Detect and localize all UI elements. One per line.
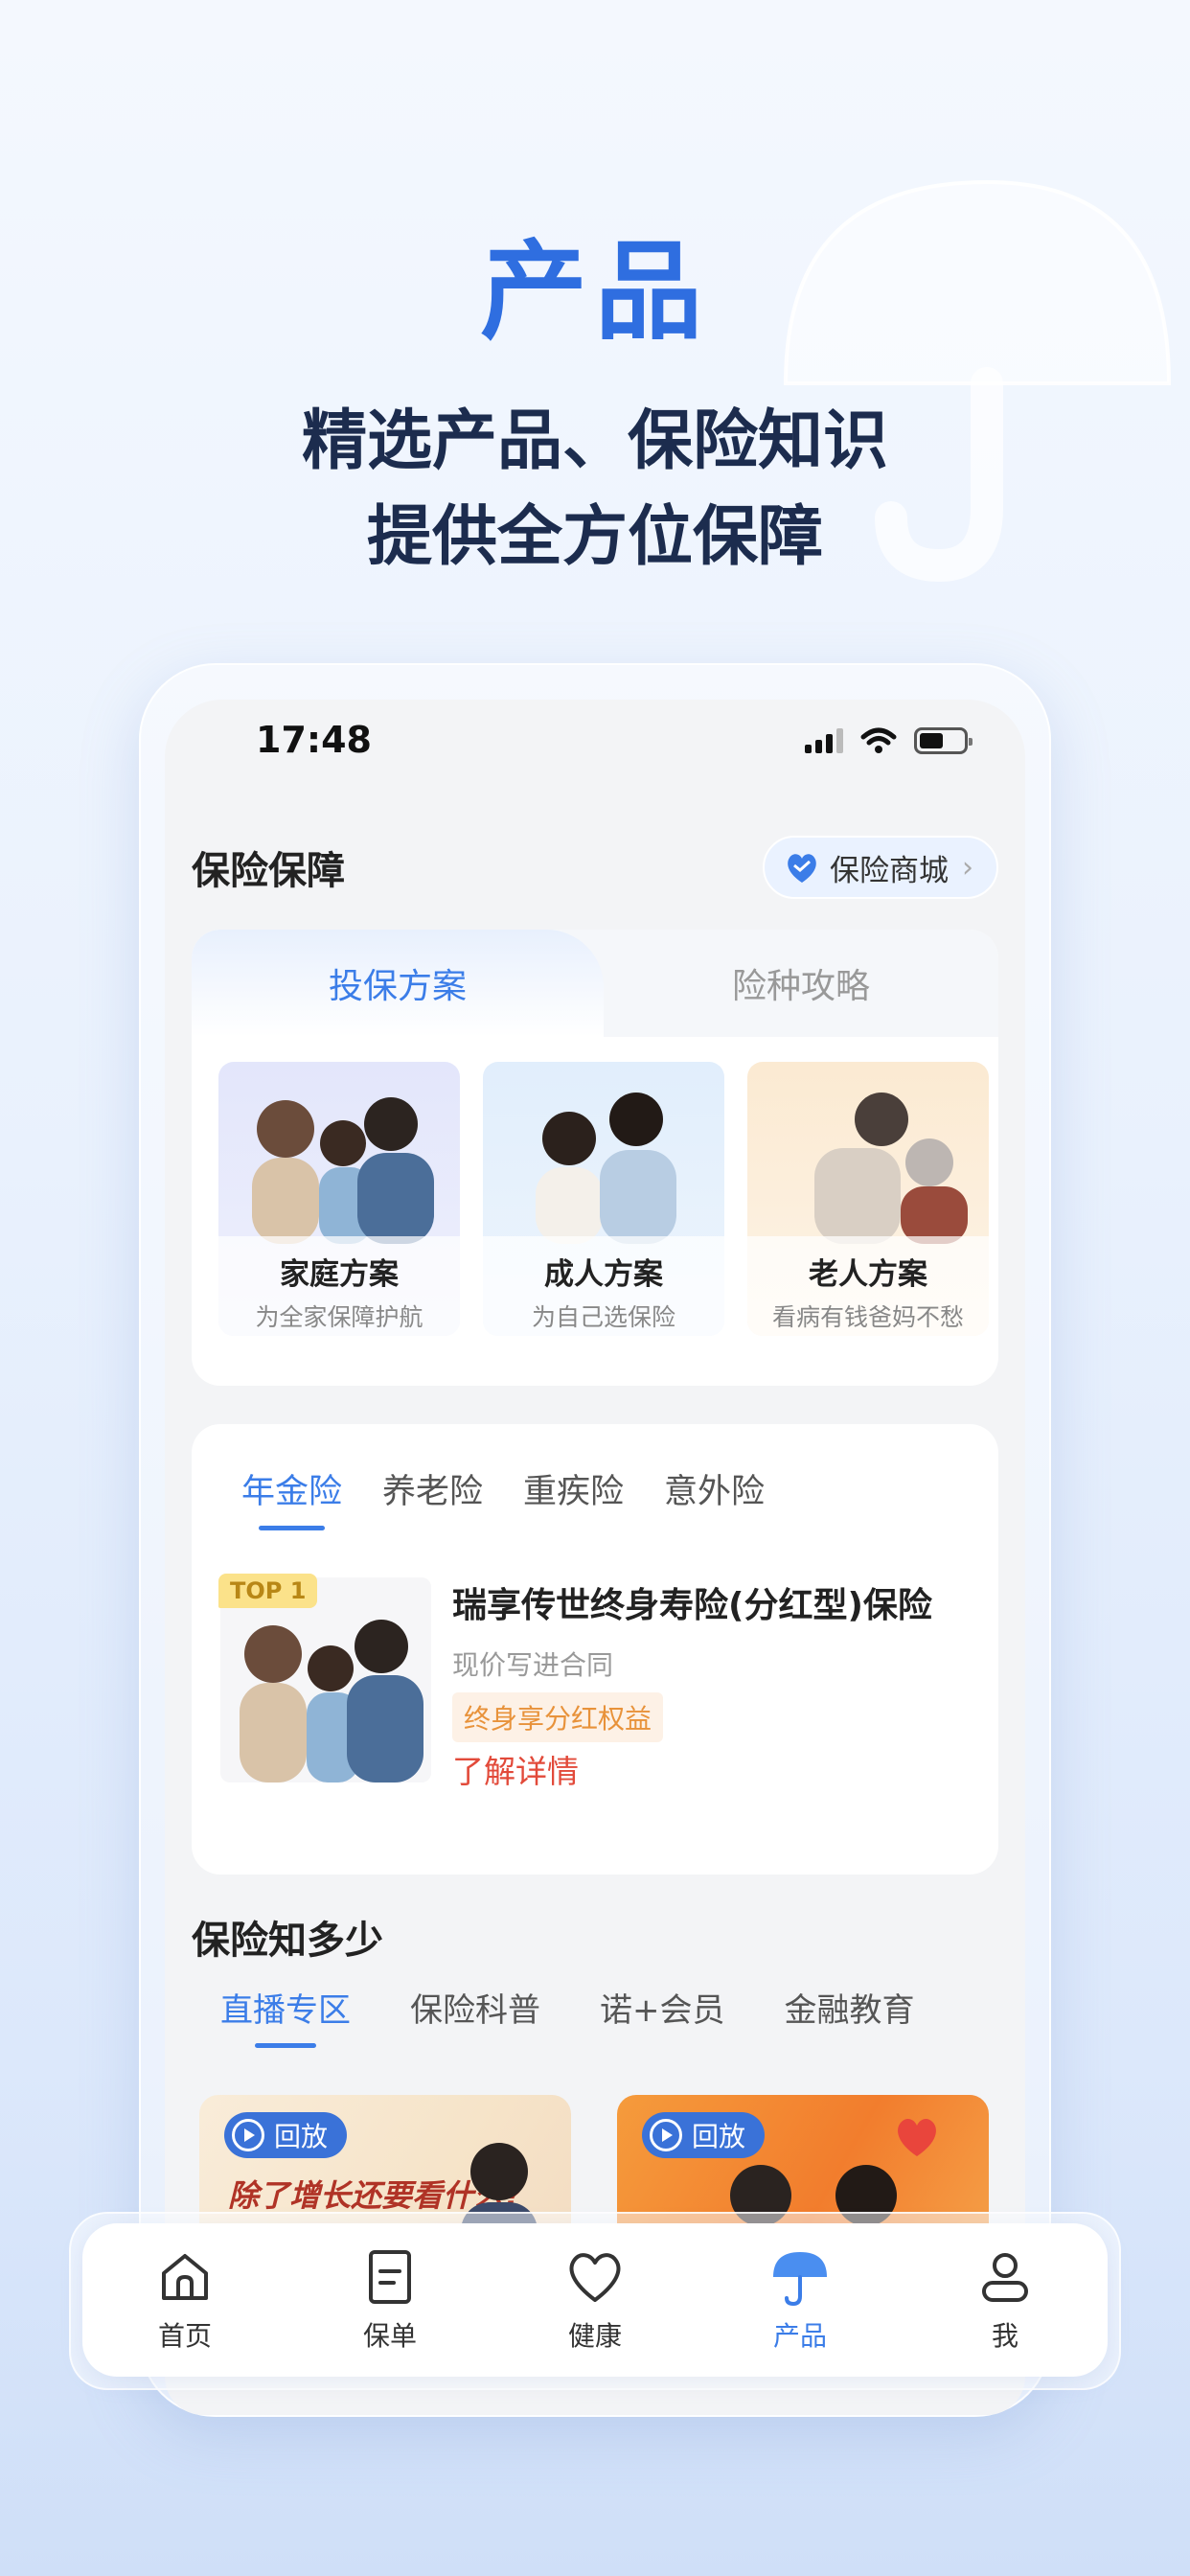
knowledge-title: 保险知多少 bbox=[192, 1919, 383, 1963]
home-icon bbox=[162, 2254, 208, 2300]
tabbar-label: 我 bbox=[991, 2320, 1018, 2352]
plan-name: 家庭方案 bbox=[280, 1257, 399, 1292]
hero-subtitle-line2: 提供全方位保障 bbox=[366, 498, 823, 575]
replay-badge: 回放 bbox=[224, 2112, 348, 2158]
tab-live[interactable]: 直播专区 bbox=[220, 1984, 351, 2048]
tabbar-item-home[interactable]: 首页 bbox=[99, 2246, 271, 2354]
insurance-section-header: 保险保障 保险商城 › bbox=[192, 834, 998, 901]
profile-icon bbox=[982, 2253, 1028, 2302]
knowledge-tabs: 直播专区 保险科普 诺+会员 金融教育 bbox=[220, 1984, 915, 2048]
wifi-icon bbox=[860, 727, 897, 753]
shield-heart-icon bbox=[788, 854, 816, 883]
replay-label: 回放 bbox=[274, 2121, 329, 2152]
tabbar-item-me[interactable]: 我 bbox=[919, 2246, 1091, 2354]
hero-subtitle-line1: 精选产品、保险知识 bbox=[301, 402, 888, 479]
tabbar-label: 首页 bbox=[157, 2320, 212, 2352]
tabbar-item-health[interactable]: 健康 bbox=[509, 2246, 681, 2354]
tab-accident[interactable]: 意外险 bbox=[664, 1464, 765, 1530]
elderly-photo bbox=[814, 1092, 968, 1244]
tabbar-item-policy[interactable]: 保单 bbox=[304, 2246, 476, 2354]
plan-item-adult[interactable]: 成人方案 为自己选保险 bbox=[483, 1062, 724, 1336]
plan-desc: 为全家保障护航 bbox=[255, 1303, 423, 1331]
product-tabs: 年金险 养老险 重疾险 意外险 bbox=[241, 1464, 765, 1530]
tab-pension[interactable]: 养老险 bbox=[382, 1464, 483, 1530]
tab-finance-education[interactable]: 金融教育 bbox=[785, 1984, 915, 2048]
tabbar-label: 保单 bbox=[362, 2320, 417, 2352]
product-image[interactable] bbox=[220, 1577, 431, 1782]
plan-caption: 家庭方案 为全家保障护航 bbox=[218, 1236, 460, 1336]
plan-desc: 看病有钱爸妈不愁 bbox=[771, 1303, 964, 1331]
insurance-mall-label: 保险商城 bbox=[830, 853, 949, 888]
plan-card: 投保方案 险种攻略 家庭方案 为全家保障护航 成人方案 为自己选保险 老人方案 … bbox=[192, 930, 998, 1386]
plan-caption: 成人方案 为自己选保险 bbox=[483, 1236, 724, 1336]
hero-title: 产品 bbox=[480, 229, 710, 355]
plan-tabs: 投保方案 险种攻略 bbox=[192, 930, 998, 1037]
adult-photo bbox=[536, 1092, 676, 1244]
plan-caption: 老人方案 看病有钱爸妈不愁 bbox=[747, 1236, 989, 1336]
family-photo bbox=[252, 1097, 434, 1244]
plan-item-family[interactable]: 家庭方案 为全家保障护航 bbox=[218, 1062, 460, 1336]
play-icon bbox=[232, 2119, 264, 2151]
tabbar-item-products[interactable]: 产品 bbox=[714, 2246, 886, 2354]
tab-membership[interactable]: 诺+会员 bbox=[600, 1984, 725, 2048]
product-details-link[interactable]: 了解详情 bbox=[452, 1746, 579, 1792]
tab-critical-illness[interactable]: 重疾险 bbox=[523, 1464, 624, 1530]
umbrella-icon bbox=[773, 2252, 827, 2307]
hero: 产品 精选产品、保险知识 提供全方位保障 bbox=[0, 230, 1190, 585]
status-bar: 17:48 bbox=[165, 700, 1025, 786]
top-badge: TOP 1 bbox=[218, 1574, 318, 1608]
product-name[interactable]: 瑞享传世终身寿险(分红型)保险 bbox=[452, 1577, 932, 1627]
product-tag: 终身享分红权益 bbox=[452, 1692, 664, 1742]
status-time: 17:48 bbox=[256, 719, 372, 761]
insurance-mall-button[interactable]: 保险商城 › bbox=[763, 836, 998, 899]
tab-science[interactable]: 保险科普 bbox=[410, 1984, 540, 2048]
chevron-right-icon: › bbox=[962, 850, 973, 885]
plan-name: 成人方案 bbox=[544, 1257, 663, 1292]
status-icons bbox=[805, 726, 973, 755]
phone-screen: 17:48 保险保障 保险商城 › 投保方案 险种攻略 家庭方案 为全家保障护航… bbox=[165, 700, 1025, 2415]
tabbar-label: 产品 bbox=[772, 2320, 827, 2352]
section-title: 保险保障 bbox=[192, 849, 345, 893]
bottom-tabbar: 首页 保单 健康 产品 我 bbox=[82, 2223, 1108, 2377]
product-card: 年金险 养老险 重疾险 意外险 TOP 1 瑞享传世终身寿险(分红型)保险 现价… bbox=[192, 1424, 998, 1874]
tab-insurance-plans[interactable]: 投保方案 bbox=[192, 930, 604, 1037]
tab-annuity[interactable]: 年金险 bbox=[241, 1464, 342, 1530]
plan-desc: 为自己选保险 bbox=[531, 1303, 675, 1331]
plan-item-elderly[interactable]: 老人方案 看病有钱爸妈不愁 bbox=[747, 1062, 989, 1336]
play-icon bbox=[650, 2119, 682, 2151]
tab-insurance-guides[interactable]: 险种攻略 bbox=[604, 930, 998, 1037]
heart-icon bbox=[569, 2253, 621, 2302]
signal-icon bbox=[805, 728, 843, 753]
battery-icon bbox=[914, 727, 973, 754]
product-subtitle: 现价写进合同 bbox=[452, 1649, 614, 1681]
plan-list: 家庭方案 为全家保障护航 成人方案 为自己选保险 老人方案 看病有钱爸妈不愁 bbox=[218, 1062, 989, 1336]
plan-name: 老人方案 bbox=[809, 1257, 927, 1292]
heart-decoration-icon bbox=[898, 2119, 936, 2156]
policy-icon bbox=[369, 2250, 411, 2304]
tabbar-label: 健康 bbox=[567, 2320, 622, 2352]
product-photo bbox=[220, 1577, 431, 1782]
